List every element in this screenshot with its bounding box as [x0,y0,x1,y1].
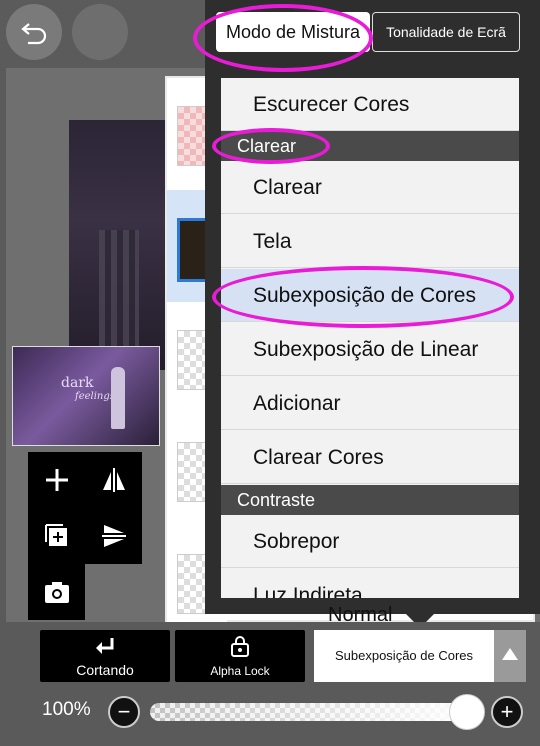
flip-vertical-button[interactable] [85,508,142,564]
undo-button[interactable] [6,4,62,60]
blend-mode-select[interactable]: Subexposição de Cores [314,630,494,682]
blend-mode-toggle[interactable] [494,630,526,682]
opacity-increase-button[interactable]: + [491,696,523,728]
blend-item-darken-colors[interactable]: Escurecer Cores [221,78,519,131]
opacity-decrease-button[interactable]: − [108,696,140,728]
annotation-circle [212,128,330,164]
chevron-up-icon [502,648,518,660]
flip-horizontal-button[interactable] [85,452,142,508]
add-layer-button[interactable] [28,452,85,508]
duplicate-layer-button[interactable] [28,508,85,564]
blend-item-soft-light[interactable]: Luz Indireta [221,569,519,598]
add-layer-icon [45,469,68,491]
blend-item-lighter-color[interactable]: Clarear Cores [221,431,519,484]
thumbnail-title: dark [61,375,94,391]
blend-item-overlay[interactable]: Sobrepor [221,515,519,568]
annotation-circle [212,266,514,328]
alpha-lock-label: Alpha Lock [210,664,270,678]
blend-item-screen[interactable]: Tela [221,215,519,268]
opacity-value: 100% [42,699,91,720]
tab-screen-tone[interactable]: Tonalidade de Ecrã [372,12,520,52]
opacity-slider-handle[interactable] [449,694,485,730]
camera-button[interactable] [28,564,85,620]
section-header-contrast: Contraste [221,485,519,515]
flip-horizontal-icon [102,468,125,492]
opacity-slider[interactable] [150,703,480,721]
redo-button[interactable] [72,4,128,60]
clipping-button[interactable]: Cortando [40,630,170,682]
blend-item-add[interactable]: Adicionar [221,377,519,430]
blend-item-lighten[interactable]: Clarear [221,161,519,214]
thumbnail-subtitle: feelings [75,391,115,402]
canvas-thumbnail[interactable]: dark feelings [12,346,160,446]
canvas-artwork [69,120,169,370]
annotation-circle [193,4,373,72]
flip-vertical-icon [101,525,126,547]
alpha-lock-button[interactable]: Alpha Lock [175,630,305,682]
layer-tools [28,452,142,564]
camera-icon [44,582,69,603]
duplicate-layer-icon [44,524,67,546]
clipping-label: Cortando [76,662,134,678]
clipping-arrow-icon [96,638,114,654]
camera-tool [28,564,85,620]
blend-mode-peek: Normal [328,604,393,626]
lock-icon [231,636,249,657]
blend-item-linear-dodge[interactable]: Subexposição de Linear [221,323,519,376]
undo-icon [21,23,47,45]
